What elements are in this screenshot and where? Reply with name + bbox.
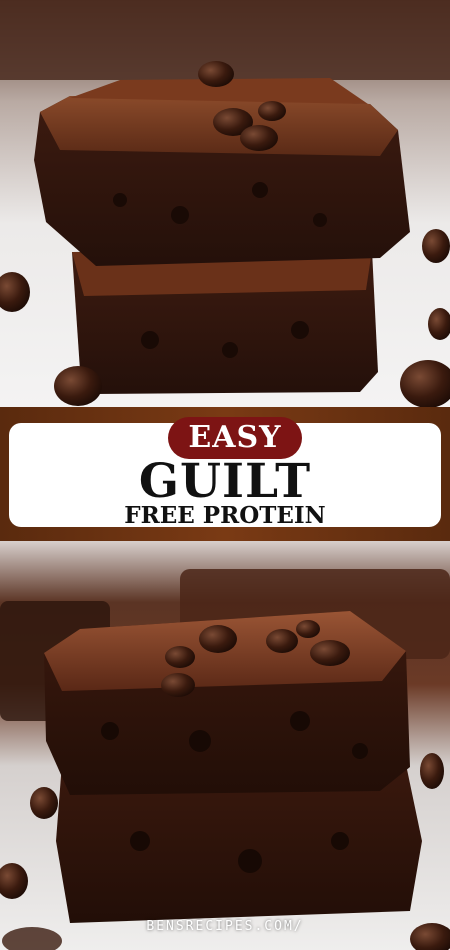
title-card: EASY GUILT FREE PROTEIN: [9, 417, 441, 529]
title-banner: EASY GUILT FREE PROTEIN: [0, 407, 450, 541]
headline: GUILT: [138, 454, 312, 509]
brownie-stack-illustration-bottom: [0, 541, 450, 950]
subheadline: FREE PROTEIN: [124, 502, 326, 529]
brownie-photo-bottom: [0, 541, 450, 950]
website-watermark: BENSRECIPES.COM/: [146, 919, 304, 934]
brownie-photo-top: [0, 0, 450, 407]
brownie-stack-illustration-top: [0, 0, 450, 407]
easy-badge: EASY: [168, 417, 302, 459]
